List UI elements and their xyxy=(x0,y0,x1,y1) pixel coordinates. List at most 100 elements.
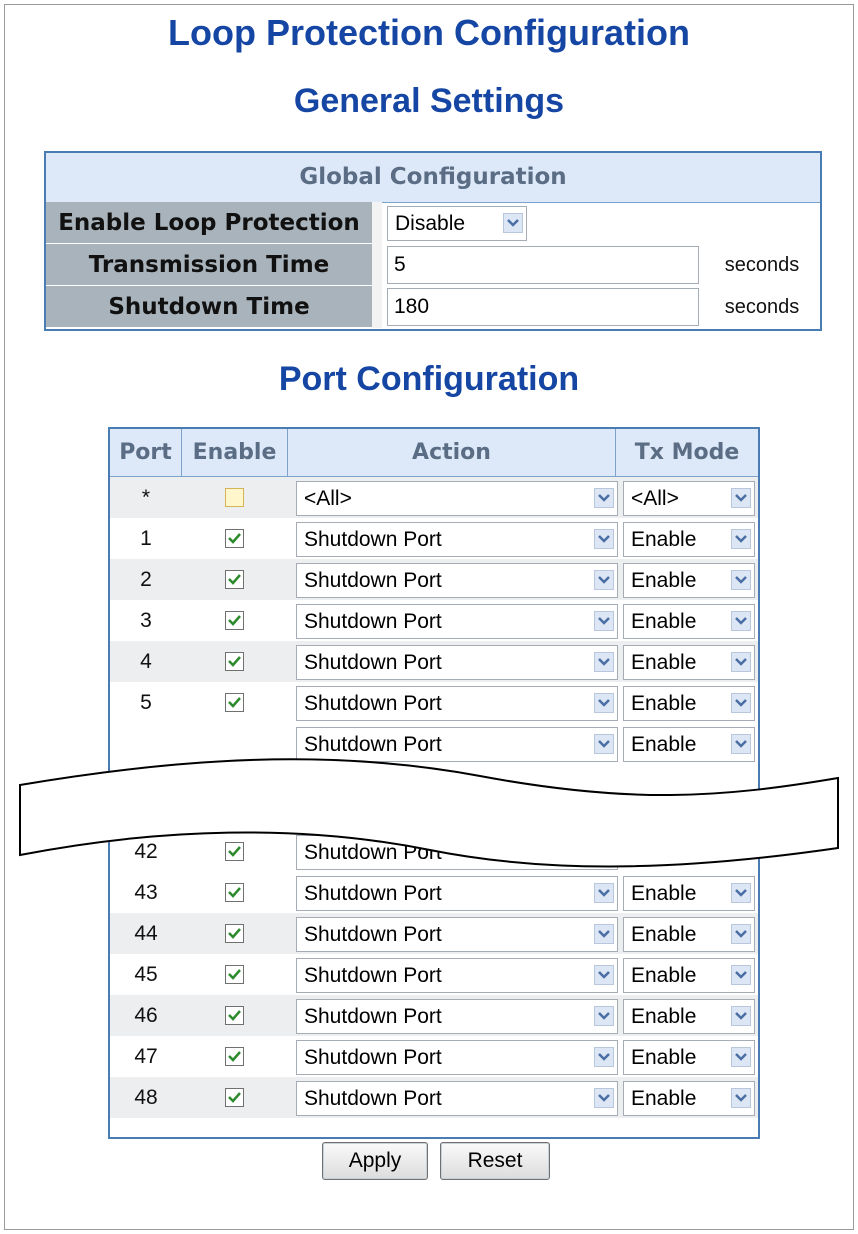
tx-mode-select-value: Enable xyxy=(631,610,697,633)
chevron-down-icon xyxy=(594,1006,614,1026)
transmission-time-input[interactable] xyxy=(387,246,699,284)
chevron-down-icon xyxy=(594,693,614,713)
tx-mode-select[interactable]: Enable xyxy=(623,1040,755,1075)
table-row: 46 Shutdown Port Enable xyxy=(110,995,758,1036)
action-select-value: Shutdown Port xyxy=(304,923,442,946)
action-select-value: <All> xyxy=(304,487,352,510)
action-select[interactable]: Shutdown Port xyxy=(296,522,618,557)
chevron-down-icon xyxy=(594,611,614,631)
chevron-down-icon xyxy=(594,529,614,549)
action-select[interactable]: Shutdown Port xyxy=(296,876,618,911)
table-row: 2 Shutdown Port Enable xyxy=(110,559,758,600)
tx-mode-select[interactable]: Enable xyxy=(623,645,755,680)
checkmark-icon xyxy=(228,1010,241,1021)
enable-checkbox[interactable] xyxy=(225,570,244,589)
checkmark-icon xyxy=(228,887,241,898)
table-row: 43 Shutdown Port Enable xyxy=(110,872,758,913)
action-select[interactable]: Shutdown Port xyxy=(296,1040,618,1075)
transmission-time-row: Transmission Time seconds xyxy=(46,244,820,286)
tx-mode-select[interactable]: Enable xyxy=(623,999,755,1034)
chevron-down-icon xyxy=(594,965,614,985)
action-select-value: Shutdown Port xyxy=(304,528,442,551)
tx-mode-select[interactable]: Enable xyxy=(623,917,755,952)
action-select[interactable]: Shutdown Port xyxy=(296,604,618,639)
action-select[interactable]: Shutdown Port xyxy=(296,999,618,1034)
general-settings-heading: General Settings xyxy=(293,82,565,120)
enable-loop-protection-select[interactable]: Disable xyxy=(387,206,527,241)
enable-checkbox[interactable] xyxy=(225,693,244,712)
port-number: 45 xyxy=(134,963,158,986)
enable-checkbox[interactable] xyxy=(225,924,244,943)
table-row: 48 Shutdown Port Enable xyxy=(110,1077,758,1118)
checkmark-icon xyxy=(228,533,241,544)
action-select-value: Shutdown Port xyxy=(304,1046,442,1069)
checkmark-icon xyxy=(228,969,241,980)
row-separator xyxy=(372,244,382,286)
chevron-down-icon xyxy=(594,652,614,672)
enable-checkbox[interactable] xyxy=(225,488,244,507)
action-select[interactable]: Shutdown Port xyxy=(296,645,618,680)
tx-mode-select-value: Enable xyxy=(631,1087,697,1110)
action-select[interactable]: Shutdown Port xyxy=(296,686,618,721)
apply-button[interactable]: Apply xyxy=(322,1142,428,1180)
enable-loop-protection-value: Disable xyxy=(395,212,466,235)
header-enable: Enable xyxy=(182,429,288,476)
chevron-down-icon xyxy=(594,924,614,944)
chevron-down-icon xyxy=(731,883,751,903)
action-select-value: Shutdown Port xyxy=(304,610,442,633)
action-select-value: Shutdown Port xyxy=(304,692,442,715)
page-title: Loop Protection Configuration xyxy=(168,12,690,53)
table-row: 44 Shutdown Port Enable xyxy=(110,913,758,954)
enable-checkbox[interactable] xyxy=(225,1088,244,1107)
shutdown-time-row: Shutdown Time seconds xyxy=(46,286,820,328)
tx-mode-select[interactable]: Enable xyxy=(623,686,755,721)
checkmark-icon xyxy=(228,574,241,585)
chevron-down-icon xyxy=(503,213,523,233)
enable-checkbox[interactable] xyxy=(225,965,244,984)
action-select[interactable]: Shutdown Port xyxy=(296,917,618,952)
tx-mode-select[interactable]: Enable xyxy=(623,958,755,993)
action-select[interactable]: Shutdown Port xyxy=(296,563,618,598)
global-config-header: Global Configuration xyxy=(46,153,820,203)
reset-button[interactable]: Reset xyxy=(440,1142,550,1180)
tx-mode-select[interactable]: <All> xyxy=(623,481,755,516)
action-select[interactable]: <All> xyxy=(296,481,618,516)
tx-mode-select-value: <All> xyxy=(631,487,679,510)
port-number: 3 xyxy=(140,609,152,632)
chevron-down-icon xyxy=(594,883,614,903)
port-number: 4 xyxy=(140,650,152,673)
port-number: * xyxy=(141,486,151,509)
action-select-value: Shutdown Port xyxy=(304,1087,442,1110)
port-number: 1 xyxy=(140,527,152,550)
enable-checkbox[interactable] xyxy=(225,652,244,671)
port-number: 47 xyxy=(134,1045,158,1068)
tx-mode-select-value: Enable xyxy=(631,651,697,674)
enable-checkbox[interactable] xyxy=(225,1047,244,1066)
global-config-table: Global Configuration Enable Loop Protect… xyxy=(44,151,822,331)
enable-loop-protection-label: Enable Loop Protection xyxy=(46,202,372,244)
enable-checkbox[interactable] xyxy=(225,1006,244,1025)
tx-mode-select[interactable]: Enable xyxy=(623,522,755,557)
chevron-down-icon xyxy=(731,965,751,985)
action-select[interactable]: Shutdown Port xyxy=(296,958,618,993)
tx-mode-select[interactable]: Enable xyxy=(623,563,755,598)
action-select-value: Shutdown Port xyxy=(304,1005,442,1028)
wavy-break-icon xyxy=(19,758,839,868)
enable-checkbox[interactable] xyxy=(225,529,244,548)
action-select-value: Shutdown Port xyxy=(304,569,442,592)
chevron-down-icon xyxy=(731,693,751,713)
port-number: 44 xyxy=(134,922,158,945)
table-row: 1 Shutdown Port Enable xyxy=(110,518,758,559)
enable-checkbox[interactable] xyxy=(225,611,244,630)
chevron-down-icon xyxy=(594,570,614,590)
tx-mode-select[interactable]: Enable xyxy=(623,876,755,911)
checkmark-icon xyxy=(228,1092,241,1103)
enable-checkbox[interactable] xyxy=(225,883,244,902)
chevron-down-icon xyxy=(731,488,751,508)
tx-mode-select[interactable]: Enable xyxy=(623,604,755,639)
chevron-down-icon xyxy=(731,924,751,944)
chevron-down-icon xyxy=(731,1047,751,1067)
shutdown-time-input[interactable] xyxy=(387,288,699,326)
tx-mode-select[interactable]: Enable xyxy=(623,1081,755,1116)
action-select[interactable]: Shutdown Port xyxy=(296,1081,618,1116)
